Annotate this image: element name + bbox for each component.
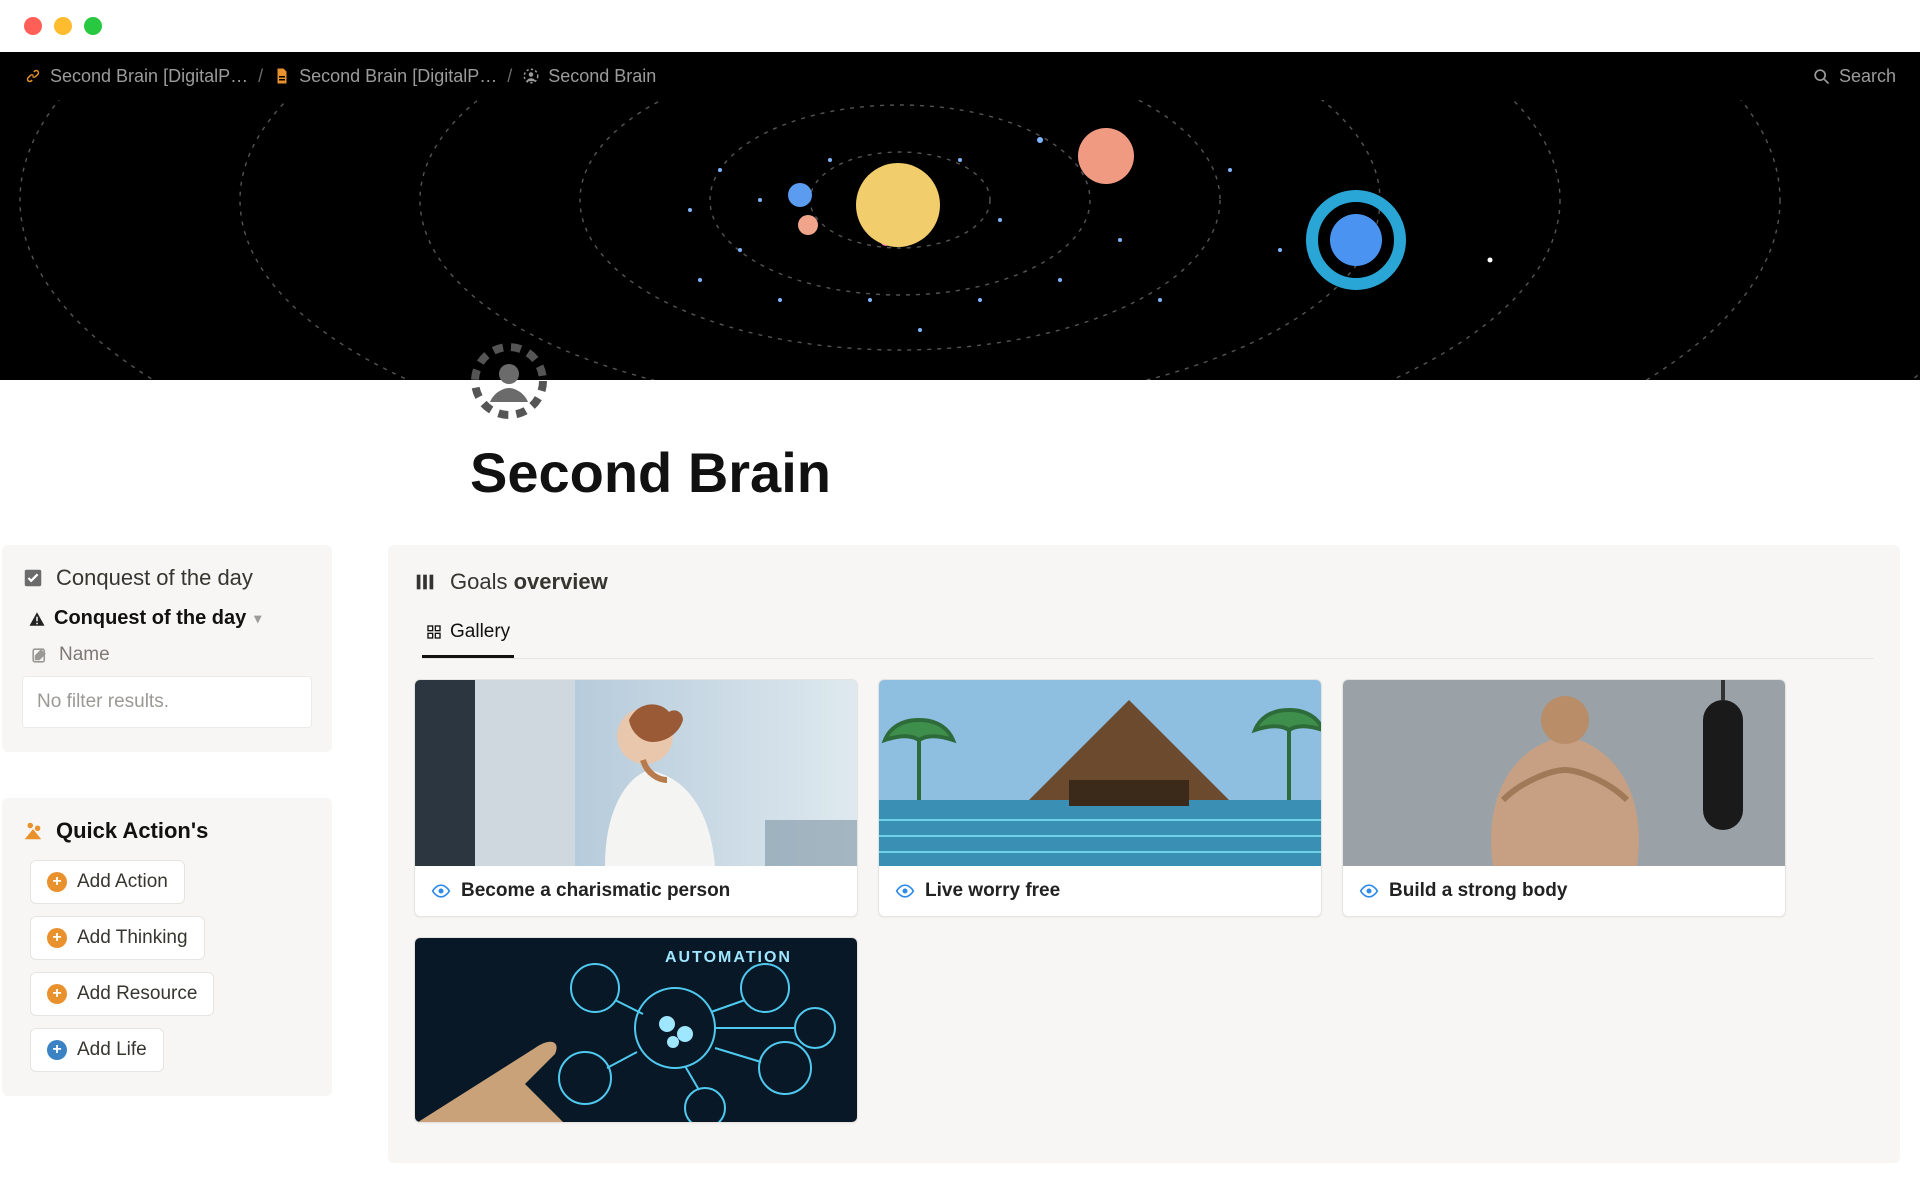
breadcrumb-separator: /: [258, 66, 263, 87]
quick-actions-heading: Quick Action's: [22, 818, 312, 844]
goal-card-image: [879, 680, 1322, 866]
goals-section: Goals overview Gallery: [388, 545, 1900, 1163]
goal-card-image: AUTOMATION: [415, 938, 858, 1123]
breadcrumb-label: Second Brain [DigitalP…: [50, 66, 248, 87]
conquest-title: Conquest of the day: [56, 565, 253, 591]
page-title[interactable]: Second Brain: [470, 440, 1920, 505]
goal-card-title: Live worry free: [925, 880, 1060, 902]
goals-view-tabs: Gallery: [422, 613, 1874, 659]
window-maximize-button[interactable]: [84, 17, 102, 35]
breadcrumb-label: Second Brain [DigitalP…: [299, 66, 497, 87]
quick-actions-title: Quick Action's: [56, 818, 208, 844]
page-cover: [0, 100, 1920, 380]
plus-circle-icon: +: [47, 872, 67, 892]
conquest-name-column[interactable]: Name: [30, 644, 312, 666]
eye-icon: [431, 881, 451, 901]
gallery-grid-icon: [426, 624, 442, 640]
quick-action-label: Add Resource: [77, 983, 197, 1005]
quick-action-label: Add Thinking: [77, 927, 188, 949]
window-close-button[interactable]: [24, 17, 42, 35]
plus-circle-icon: +: [47, 984, 67, 1004]
goals-heading-prefix: Goals: [450, 569, 514, 594]
dashed-circle-person-icon: [522, 67, 540, 85]
quick-action-label: Add Action: [77, 871, 168, 893]
goal-card-title: Become a charismatic person: [461, 880, 730, 902]
page-icon: [273, 67, 291, 85]
goal-card-image: [1343, 680, 1786, 866]
checkbox-checked-icon: [22, 567, 44, 589]
conquest-view-select[interactable]: Conquest of the day ▾: [28, 607, 312, 630]
goal-card[interactable]: Live worry free: [878, 679, 1322, 917]
breadcrumb-item-0[interactable]: Second Brain [DigitalP…: [24, 66, 248, 87]
conquest-panel-heading: Conquest of the day: [22, 565, 312, 591]
search-button[interactable]: Search: [1811, 66, 1896, 87]
conquest-panel: Conquest of the day Conquest of the day …: [2, 545, 332, 752]
goals-heading-suffix: overview: [514, 569, 608, 594]
svg-text:AUTOMATION: AUTOMATION: [665, 949, 792, 966]
window-minimize-button[interactable]: [54, 17, 72, 35]
plus-circle-icon: +: [47, 928, 67, 948]
breadcrumb-item-1[interactable]: Second Brain [DigitalP…: [273, 66, 497, 87]
quick-action-button[interactable]: + Add Resource: [30, 972, 214, 1016]
quick-action-button[interactable]: + Add Action: [30, 860, 185, 904]
goal-card[interactable]: AUTOMATION: [414, 937, 858, 1123]
chevron-down-icon: ▾: [254, 610, 261, 627]
eye-icon: [895, 881, 915, 901]
quick-action-button[interactable]: + Add Life: [30, 1028, 164, 1072]
quick-action-label: Add Life: [77, 1039, 147, 1061]
edit-note-icon: [30, 646, 49, 665]
goals-heading: Goals overview: [414, 569, 1874, 595]
link-icon: [24, 67, 42, 85]
breadcrumb: Second Brain [DigitalP… / Second Brain […: [24, 66, 656, 87]
breadcrumb-label: Second Brain: [548, 66, 656, 87]
window-titlebar: [0, 0, 1920, 52]
board-columns-icon: [414, 571, 436, 593]
warning-triangle-icon: [28, 610, 46, 628]
page-title-area: Second Brain: [0, 380, 1920, 545]
goal-card-image: [415, 680, 858, 866]
topbar: Second Brain [DigitalP… / Second Brain […: [0, 52, 1920, 100]
conquest-subhead: Conquest of the day: [54, 607, 246, 630]
goal-card[interactable]: Build a strong body: [1342, 679, 1786, 917]
tab-gallery[interactable]: Gallery: [422, 613, 514, 658]
goals-gallery: Become a charismatic person: [414, 679, 1874, 1123]
plus-circle-icon: +: [47, 1040, 67, 1060]
conquest-empty-state: No filter results.: [22, 676, 312, 728]
tab-gallery-label: Gallery: [450, 621, 510, 643]
goal-card[interactable]: Become a charismatic person: [414, 679, 858, 917]
breadcrumb-separator: /: [507, 66, 512, 87]
conquest-name-label: Name: [59, 644, 110, 666]
goal-card-title: Build a strong body: [1389, 880, 1567, 902]
eye-icon: [1359, 881, 1379, 901]
search-icon: [1811, 66, 1831, 86]
breadcrumb-item-2[interactable]: Second Brain: [522, 66, 656, 87]
search-label: Search: [1839, 66, 1896, 87]
quick-actions-panel: Quick Action's +Add Action+Add Thinking+…: [2, 798, 332, 1096]
triangle-people-icon: [22, 820, 44, 842]
quick-action-button[interactable]: + Add Thinking: [30, 916, 205, 960]
page-icon-dashed-person-icon[interactable]: [470, 342, 548, 420]
